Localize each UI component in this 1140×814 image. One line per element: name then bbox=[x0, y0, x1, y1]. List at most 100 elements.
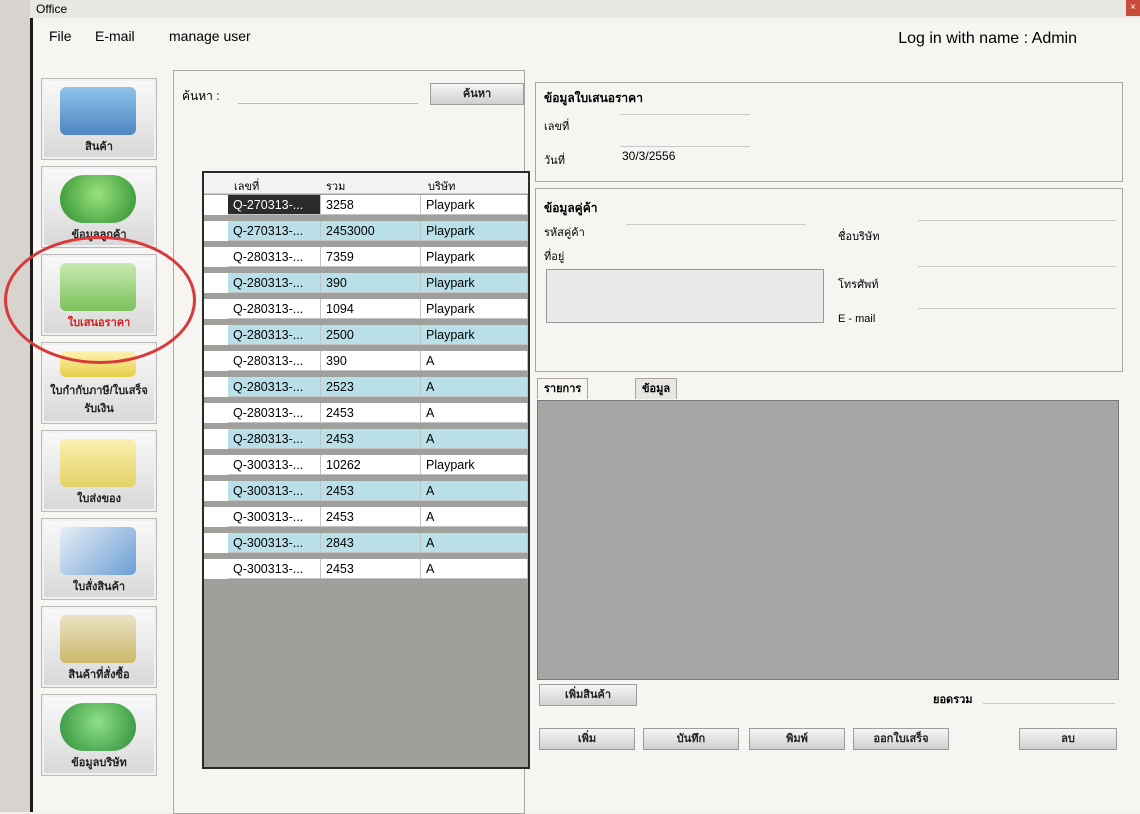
close-icon[interactable]: × bbox=[1126, 0, 1140, 16]
row-selector[interactable] bbox=[204, 533, 228, 553]
table-row[interactable]: Q-300313-... 2843 A bbox=[204, 533, 528, 553]
cell-total[interactable]: 2523 bbox=[321, 377, 421, 397]
quotation-grid[interactable]: เลขที่ รวม บริษัท Q-270313-... 3258 Playpa… bbox=[202, 171, 530, 769]
cell-number[interactable]: Q-270313-... bbox=[228, 221, 321, 241]
cell-number[interactable]: Q-300313-... bbox=[228, 533, 321, 553]
cell-total[interactable]: 3258 bbox=[321, 195, 421, 215]
product-list-panel[interactable] bbox=[537, 400, 1119, 680]
row-selector[interactable] bbox=[204, 429, 228, 449]
table-row[interactable]: Q-280313-... 7359 Playpark bbox=[204, 247, 528, 267]
cell-total[interactable]: 2843 bbox=[321, 533, 421, 553]
cell-total[interactable]: 2453000 bbox=[321, 221, 421, 241]
row-selector[interactable] bbox=[204, 195, 228, 215]
cell-total[interactable]: 2500 bbox=[321, 325, 421, 345]
cell-company[interactable]: A bbox=[421, 559, 528, 579]
cell-total[interactable]: 2453 bbox=[321, 559, 421, 579]
sidebar-item-ordered-products[interactable]: สินค้าที่สั่งซื้อ bbox=[41, 606, 157, 688]
cell-total[interactable]: 1094 bbox=[321, 299, 421, 319]
print-button[interactable]: พิมพ์ bbox=[749, 728, 845, 750]
cell-total[interactable]: 2453 bbox=[321, 507, 421, 527]
menu-email[interactable]: E-mail bbox=[95, 28, 135, 44]
search-input[interactable] bbox=[238, 85, 418, 104]
row-selector[interactable] bbox=[204, 455, 228, 475]
quote-date-field[interactable] bbox=[620, 145, 750, 147]
table-row[interactable]: Q-270313-... 2453000 Playpark bbox=[204, 221, 528, 241]
table-row[interactable]: Q-280313-... 2500 Playpark bbox=[204, 325, 528, 345]
table-row[interactable]: Q-270313-... 3258 Playpark bbox=[204, 195, 528, 215]
cell-company[interactable]: Playpark bbox=[421, 247, 528, 267]
cell-company[interactable]: A bbox=[421, 377, 528, 397]
sidebar-item-company-info[interactable]: ข้อมูลบริษัท bbox=[41, 694, 157, 776]
cell-number[interactable]: Q-300313-... bbox=[228, 455, 321, 475]
row-selector[interactable] bbox=[204, 403, 228, 423]
delete-button[interactable]: ลบ bbox=[1019, 728, 1117, 750]
row-selector[interactable] bbox=[204, 559, 228, 579]
total-field[interactable] bbox=[983, 702, 1115, 704]
company-name-field[interactable] bbox=[918, 219, 1116, 221]
cell-number[interactable]: Q-280313-... bbox=[228, 403, 321, 423]
customer-code-field[interactable] bbox=[626, 223, 806, 225]
table-row[interactable]: Q-300313-... 2453 A bbox=[204, 507, 528, 527]
sidebar-item-products[interactable]: สินค้า bbox=[41, 78, 157, 160]
cell-number[interactable]: Q-300313-... bbox=[228, 481, 321, 501]
table-row[interactable]: Q-280313-... 390 Playpark bbox=[204, 273, 528, 293]
email-field[interactable] bbox=[918, 307, 1116, 309]
sidebar-item-delivery-note[interactable]: ใบส่งของ bbox=[41, 430, 157, 512]
sidebar-item-purchase-order[interactable]: ใบสั่งสินค้า bbox=[41, 518, 157, 600]
table-row[interactable]: Q-300313-... 2453 A bbox=[204, 559, 528, 579]
cell-total[interactable]: 10262 bbox=[321, 455, 421, 475]
row-selector[interactable] bbox=[204, 221, 228, 241]
cell-company[interactable]: Playpark bbox=[421, 221, 528, 241]
cell-company[interactable]: Playpark bbox=[421, 299, 528, 319]
table-row[interactable]: Q-280313-... 2453 A bbox=[204, 403, 528, 423]
cell-total[interactable]: 2453 bbox=[321, 429, 421, 449]
tab-price-info[interactable]: ข้อมูลราคา bbox=[635, 378, 678, 415]
table-row[interactable]: Q-280313-... 2523 A bbox=[204, 377, 528, 397]
cell-number[interactable]: Q-280313-... bbox=[228, 247, 321, 267]
cell-number[interactable]: Q-280313-... bbox=[228, 299, 321, 319]
cell-number[interactable]: Q-300313-... bbox=[228, 507, 321, 527]
column-header-number[interactable]: เลขที่ bbox=[234, 177, 259, 195]
row-selector[interactable] bbox=[204, 247, 228, 267]
table-row[interactable]: Q-280313-... 390 A bbox=[204, 351, 528, 371]
row-selector[interactable] bbox=[204, 273, 228, 293]
row-selector[interactable] bbox=[204, 351, 228, 371]
tab-product-list[interactable]: รายการสินค้า bbox=[537, 378, 589, 415]
search-button[interactable]: ค้นหา bbox=[430, 83, 524, 105]
phone-field[interactable] bbox=[918, 265, 1116, 267]
cell-company[interactable]: A bbox=[421, 429, 528, 449]
quote-date-value[interactable]: 30/3/2556 bbox=[622, 149, 675, 163]
cell-total[interactable]: 2453 bbox=[321, 403, 421, 423]
column-header-total[interactable]: รวม bbox=[326, 177, 345, 195]
cell-company[interactable]: Playpark bbox=[421, 325, 528, 345]
menu-manage-user[interactable]: manage user bbox=[169, 28, 251, 44]
cell-number[interactable]: Q-280313-... bbox=[228, 325, 321, 345]
table-row[interactable]: Q-280313-... 2453 A bbox=[204, 429, 528, 449]
add-product-button[interactable]: เพิ่มสินค้า bbox=[539, 684, 637, 706]
cell-number[interactable]: Q-300313-... bbox=[228, 559, 321, 579]
cell-company[interactable]: A bbox=[421, 351, 528, 371]
cell-company[interactable]: A bbox=[421, 481, 528, 501]
table-row[interactable]: Q-300313-... 2453 A bbox=[204, 481, 528, 501]
row-selector[interactable] bbox=[204, 299, 228, 319]
cell-company[interactable]: Playpark bbox=[421, 455, 528, 475]
row-selector[interactable] bbox=[204, 481, 228, 501]
cell-company[interactable]: Playpark bbox=[421, 195, 528, 215]
cell-number[interactable]: Q-280313-... bbox=[228, 377, 321, 397]
cell-number[interactable]: Q-280313-... bbox=[228, 273, 321, 293]
issue-receipt-button[interactable]: ออกใบเสร็จ bbox=[853, 728, 949, 750]
add-button[interactable]: เพิ่ม bbox=[539, 728, 635, 750]
table-row[interactable]: Q-300313-... 10262 Playpark bbox=[204, 455, 528, 475]
cell-total[interactable]: 7359 bbox=[321, 247, 421, 267]
row-selector[interactable] bbox=[204, 377, 228, 397]
cell-total[interactable]: 390 bbox=[321, 273, 421, 293]
cell-number[interactable]: Q-280313-... bbox=[228, 351, 321, 371]
cell-company[interactable]: A bbox=[421, 403, 528, 423]
cell-company[interactable]: A bbox=[421, 533, 528, 553]
address-textbox[interactable] bbox=[546, 269, 824, 323]
cell-company[interactable]: Playpark bbox=[421, 273, 528, 293]
table-row[interactable]: Q-280313-... 1094 Playpark bbox=[204, 299, 528, 319]
save-button[interactable]: บันทึก bbox=[643, 728, 739, 750]
menu-file[interactable]: File bbox=[49, 28, 72, 44]
column-header-company[interactable]: บริษัท bbox=[428, 177, 455, 195]
